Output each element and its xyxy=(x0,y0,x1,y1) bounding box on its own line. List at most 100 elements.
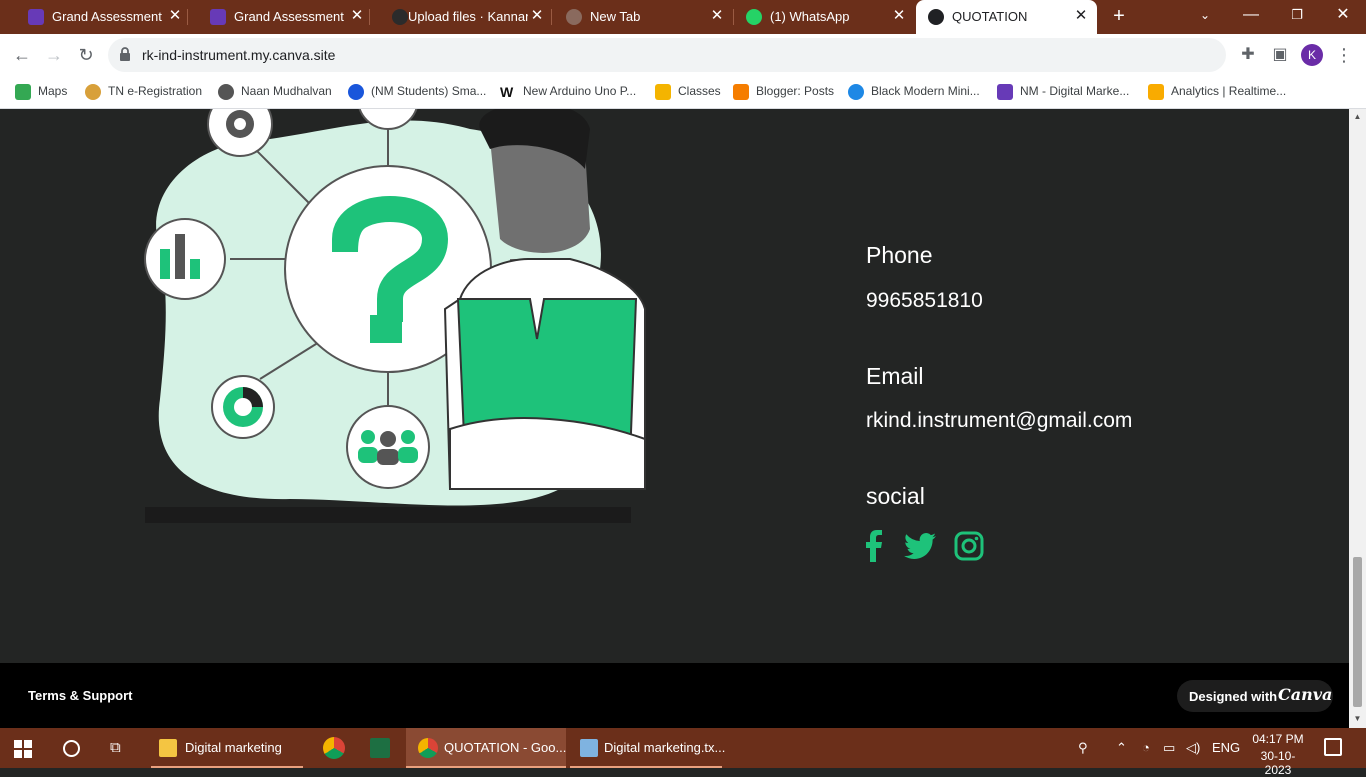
tab-separator xyxy=(187,9,188,25)
windows-taskbar: ⧉ Digital marketing QUOTATION - Goo... D… xyxy=(0,728,1366,777)
url-text[interactable]: rk-ind-instrument.my.canva.site xyxy=(142,47,335,63)
instagram-icon[interactable] xyxy=(954,531,984,561)
tab-title: Grand Assessment Di xyxy=(234,9,348,24)
menu-icon[interactable]: ⋮ xyxy=(1332,43,1356,67)
whatsapp-icon xyxy=(746,9,762,25)
taskbar-label: Digital marketing.tx... xyxy=(604,740,726,755)
close-tab-icon[interactable]: ✕ xyxy=(1072,7,1090,25)
taskbar-notepad[interactable]: Digital marketing.tx... xyxy=(570,728,726,768)
tab-new-tab[interactable]: New Tab ✕ xyxy=(554,0,734,34)
close-tab-icon[interactable]: ✕ xyxy=(890,7,908,25)
bookmark-nm-digital[interactable]: NM - Digital Marke... xyxy=(997,83,1135,101)
forward-icon[interactable]: → xyxy=(42,43,66,67)
battery-icon[interactable]: ▭ xyxy=(1163,740,1175,756)
tab-title: Grand Assessment Di xyxy=(52,9,166,24)
new-tab-button[interactable]: + xyxy=(1108,5,1130,27)
bookmark-label: TN e-Registration xyxy=(108,84,203,98)
extensions-icon[interactable]: ✚ xyxy=(1236,43,1260,67)
notepad-icon xyxy=(580,739,598,757)
bookmark-tn-eregistration[interactable]: TN e-Registration xyxy=(85,83,205,101)
bookmark-nm-students[interactable]: (NM Students) Sma... xyxy=(348,83,488,101)
scroll-down-icon[interactable]: ▼ xyxy=(1353,714,1362,724)
designed-with-label: Designed with xyxy=(1189,689,1278,704)
taskbar-chrome[interactable] xyxy=(313,728,353,768)
tab-title: New Tab xyxy=(590,9,641,24)
canva-icon xyxy=(848,84,864,100)
designed-with-canva-badge[interactable]: Designed with Canva xyxy=(1177,680,1333,712)
bookmarks-bar: Maps TN e-Registration Naan Mudhalvan (N… xyxy=(0,76,1366,109)
close-window-button[interactable]: ✕ xyxy=(1320,0,1366,30)
close-tab-icon[interactable]: ✕ xyxy=(348,7,366,25)
scrollbar-thumb[interactable] xyxy=(1353,557,1362,707)
chrome-icon xyxy=(418,738,438,758)
profile-avatar[interactable]: K xyxy=(1301,44,1323,66)
bookmark-maps[interactable]: Maps xyxy=(15,83,75,101)
language-indicator[interactable]: ENG xyxy=(1212,740,1240,755)
bookmark-arduino[interactable]: W New Arduino Uno P... xyxy=(500,83,642,101)
excel-icon xyxy=(370,738,390,758)
forms-icon xyxy=(210,9,226,25)
notifications-icon[interactable] xyxy=(1324,738,1342,756)
wifi-icon[interactable]: ◔ xyxy=(1142,740,1150,755)
bookmark-label: Naan Mudhalvan xyxy=(241,84,332,98)
canva-logo: Canva xyxy=(1278,685,1333,704)
help-illustration xyxy=(144,109,646,523)
bookmark-classes[interactable]: Classes xyxy=(655,83,721,101)
bookmark-label: Classes xyxy=(678,84,721,98)
tab-upload-files[interactable]: Upload files · Kannan ✕ xyxy=(372,0,552,34)
twitter-icon[interactable] xyxy=(904,533,936,561)
scroll-up-icon[interactable]: ▲ xyxy=(1353,112,1362,122)
bookmark-blogger[interactable]: Blogger: Posts xyxy=(733,83,835,101)
bookmark-label: (NM Students) Sma... xyxy=(371,84,487,98)
back-icon[interactable]: ← xyxy=(10,43,34,67)
blogger-icon xyxy=(733,84,749,100)
tab-grand-assessment-2[interactable]: Grand Assessment Di ✕ xyxy=(190,0,370,34)
taskbar-chrome-quotation[interactable]: QUOTATION - Goo... xyxy=(406,728,566,768)
analytics-icon xyxy=(1148,84,1164,100)
chevron-up-icon[interactable]: ⌃ xyxy=(1116,740,1127,756)
tab-grand-assessment-1[interactable]: Grand Assessment Di ✕ xyxy=(8,0,188,34)
phone-value[interactable]: 9965851810 xyxy=(866,289,983,313)
globe-icon xyxy=(218,84,234,100)
tab-whatsapp[interactable]: (1) WhatsApp ✕ xyxy=(736,0,916,34)
task-view-icon[interactable]: ⧉ xyxy=(110,739,130,757)
chrome-icon xyxy=(566,9,582,25)
clock[interactable]: 04:17 PM 30-10-2023 xyxy=(1249,732,1307,777)
social-heading: social xyxy=(866,483,925,509)
taskbar-label: QUOTATION - Goo... xyxy=(444,740,567,755)
close-tab-icon[interactable]: ✕ xyxy=(166,7,184,25)
bookmark-label: Analytics | Realtime... xyxy=(1171,84,1287,98)
windows-start-icon[interactable] xyxy=(14,740,32,758)
taskbar-file-explorer[interactable]: Digital marketing xyxy=(151,728,303,768)
tab-separator xyxy=(369,9,370,25)
side-panel-icon[interactable]: ▣ xyxy=(1268,43,1292,67)
bookmark-naan-mudhalvan[interactable]: Naan Mudhalvan xyxy=(218,83,336,101)
restore-button[interactable]: ❐ xyxy=(1274,0,1320,30)
phone-heading: Phone xyxy=(866,242,933,268)
volume-icon[interactable]: ◁) xyxy=(1186,740,1200,756)
email-value[interactable]: rkind.instrument@gmail.com xyxy=(866,409,1132,433)
close-tab-icon[interactable]: ✕ xyxy=(528,7,546,25)
email-heading: Email xyxy=(866,363,924,389)
terms-support-link[interactable]: Terms & Support xyxy=(28,688,133,703)
c-logo-icon xyxy=(348,84,364,100)
tab-title: (1) WhatsApp xyxy=(770,9,850,24)
tab-quotation[interactable]: QUOTATION ✕ xyxy=(916,0,1097,34)
bookmark-label: Maps xyxy=(38,84,68,98)
bookmark-label: Blogger: Posts xyxy=(756,84,835,98)
minimize-button[interactable]: — xyxy=(1228,0,1274,30)
close-tab-icon[interactable]: ✕ xyxy=(708,7,726,25)
reload-icon[interactable]: ↻ xyxy=(74,43,98,67)
taskbar-label: Digital marketing xyxy=(185,740,282,755)
maps-icon xyxy=(15,84,31,100)
facebook-icon[interactable] xyxy=(862,530,884,562)
search-icon[interactable] xyxy=(63,740,80,757)
tab-search-icon[interactable]: ⌄ xyxy=(1182,0,1228,30)
clock-date: 30-10-2023 xyxy=(1260,749,1296,777)
people-icon[interactable]: ⚲ xyxy=(1078,740,1088,756)
bookmark-black-modern[interactable]: Black Modern Mini... xyxy=(848,83,984,101)
canva-icon xyxy=(928,9,944,25)
bookmark-analytics[interactable]: Analytics | Realtime... xyxy=(1148,83,1288,101)
taskbar-excel[interactable] xyxy=(360,728,400,768)
emblem-icon xyxy=(85,84,101,100)
